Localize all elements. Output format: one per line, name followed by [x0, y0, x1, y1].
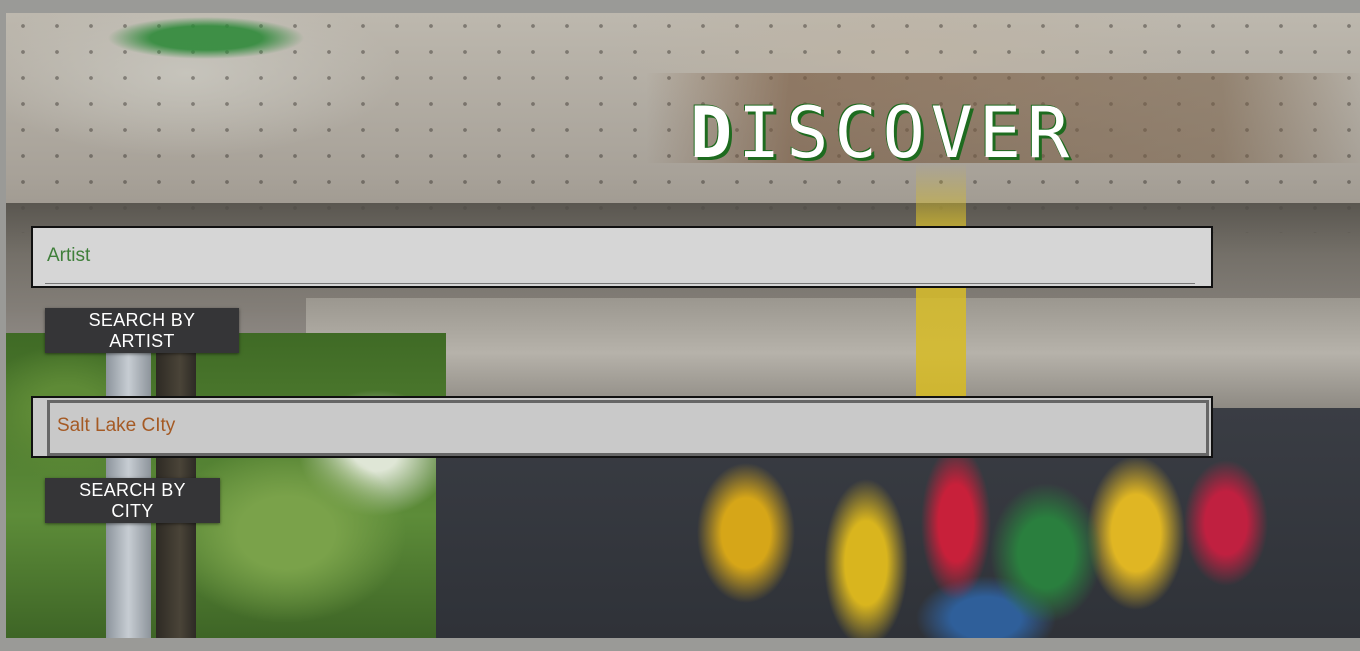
search-by-artist-button[interactable]: SEARCH BY ARTIST: [45, 308, 239, 353]
page-title-initial: D: [690, 92, 739, 174]
city-search-input[interactable]: [55, 398, 1185, 454]
search-by-city-button[interactable]: SEARCH BY CITY: [45, 478, 220, 523]
page-title-rest: ISCOVER: [738, 92, 1076, 174]
page-title: DISCOVER: [690, 92, 1075, 174]
artist-search-input[interactable]: [45, 228, 1195, 284]
artist-field-container: [31, 226, 1213, 288]
city-field-container: [31, 396, 1213, 458]
